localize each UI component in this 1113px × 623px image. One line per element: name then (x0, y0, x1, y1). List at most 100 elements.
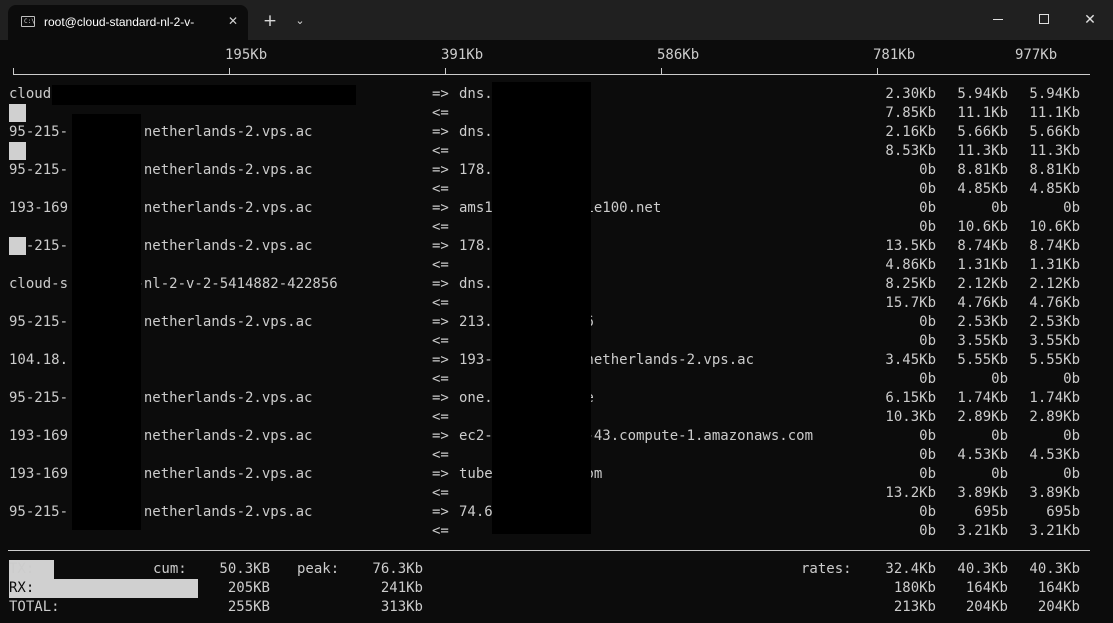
rate-2s: 3.45Kb (885, 352, 936, 368)
rate-2s: 0b (919, 466, 936, 482)
flow-destination-host: 178. (459, 162, 493, 178)
scale-tick (229, 68, 230, 74)
rx-rate-10s: 164Kb (965, 580, 1008, 596)
outgoing-arrow: => (432, 200, 449, 216)
tx-rate-10s: 40.3Kb (957, 561, 1008, 577)
flow-source-host: cloud (9, 86, 52, 102)
incoming-arrow: <= (432, 409, 449, 425)
rates-label: rates: (801, 561, 852, 577)
total-cum: 255KB (227, 599, 270, 615)
rate-2s: 4.86Kb (885, 257, 936, 273)
outgoing-arrow: => (432, 162, 449, 178)
flow-source-host: 95-215- netherlands-2.vps.ac (9, 162, 313, 178)
tx-peak: 76.3Kb (372, 561, 423, 577)
flow-source-host: 193-169 netherlands-2.vps.ac (9, 200, 313, 216)
rate-40s: 5.55Kb (1029, 352, 1080, 368)
title-bar: C:\ root@cloud-standard-nl-2-v- ✕ + ⌄ ✕ (0, 0, 1113, 40)
rate-40s: 11.1Kb (1029, 105, 1080, 121)
flow-destination-host: dns. (459, 276, 493, 292)
chevron-down-icon[interactable]: ⌄ (290, 11, 310, 31)
rate-10s: 0b (991, 200, 1008, 216)
rate-40s: 2.12Kb (1029, 276, 1080, 292)
rate-10s: 3.21Kb (957, 523, 1008, 539)
rate-40s: 3.55Kb (1029, 333, 1080, 349)
outgoing-arrow: => (432, 504, 449, 520)
rate-10s: 3.89Kb (957, 485, 1008, 501)
totals-row-rx: RX: 205KB 241Kb 180Kb 164Kb 164Kb (0, 579, 1113, 598)
terminal-window: C:\ root@cloud-standard-nl-2-v- ✕ + ⌄ ✕ … (0, 0, 1113, 623)
cursor-highlight (9, 237, 26, 255)
rate-2s: 0b (919, 523, 936, 539)
incoming-arrow: <= (432, 295, 449, 311)
total-rate-40s: 204Kb (1037, 599, 1080, 615)
close-window-button[interactable]: ✕ (1067, 0, 1113, 40)
rate-40s: 0b (1063, 371, 1080, 387)
redaction-mask (52, 85, 356, 105)
flow-source-host: 95-215- netherlands-2.vps.ac (9, 390, 313, 406)
incoming-arrow: <= (432, 371, 449, 387)
terminal-output[interactable]: 195Kb 391Kb 586Kb 781Kb 977Kb cloud => dns… (0, 40, 1113, 623)
rate-2s: 8.25Kb (885, 276, 936, 292)
rate-2s: 0b (919, 371, 936, 387)
rx-rate-40s: 164Kb (1037, 580, 1080, 596)
bandwidth-scale (13, 74, 1090, 75)
summary-separator (8, 550, 1090, 551)
rate-10s: 2.12Kb (957, 276, 1008, 292)
scale-label: 586Kb (657, 47, 700, 63)
rate-40s: 8.74Kb (1029, 238, 1080, 254)
incoming-arrow: <= (432, 105, 449, 121)
rate-10s: 695b (974, 504, 1008, 520)
rate-2s: 0b (919, 219, 936, 235)
terminal-icon: C:\ (21, 16, 35, 27)
rate-10s: 5.94Kb (957, 86, 1008, 102)
rate-10s: 11.3Kb (957, 143, 1008, 159)
flow-destination-host: 178. (459, 238, 493, 254)
rate-2s: 2.16Kb (885, 124, 936, 140)
rate-40s: 4.76Kb (1029, 295, 1080, 311)
totals-row-tx: TX: cum: 50.3KB peak: 76.3Kb rates: 32.4… (0, 560, 1113, 579)
minimize-icon (993, 19, 1003, 20)
rate-40s: 1.74Kb (1029, 390, 1080, 406)
rate-40s: 2.89Kb (1029, 409, 1080, 425)
rate-10s: 3.55Kb (957, 333, 1008, 349)
scale-label: 977Kb (1015, 47, 1058, 63)
peak-label: peak: (297, 561, 340, 577)
flow-destination-host: dns. (459, 124, 493, 140)
rate-40s: 3.89Kb (1029, 485, 1080, 501)
flow-source-host: 193-169 netherlands-2.vps.ac (9, 428, 313, 444)
flow-source-host: 104.18. (9, 352, 69, 368)
rate-40s: 695b (1046, 504, 1080, 520)
rate-10s: 4.53Kb (957, 447, 1008, 463)
rate-2s: 13.2Kb (885, 485, 936, 501)
flow-source-host: 95-215- netherlands-2.vps.ac (9, 238, 313, 254)
close-tab-icon[interactable]: ✕ (225, 13, 241, 29)
rate-2s: 0b (919, 333, 936, 349)
tab-terminal[interactable]: C:\ root@cloud-standard-nl-2-v- ✕ (8, 5, 248, 40)
rate-2s: 8.53Kb (885, 143, 936, 159)
incoming-arrow: <= (432, 181, 449, 197)
outgoing-arrow: => (432, 428, 449, 444)
scale-tick (13, 68, 14, 74)
rate-10s: 4.76Kb (957, 295, 1008, 311)
cursor-highlight (9, 104, 26, 122)
rate-10s: 4.85Kb (957, 181, 1008, 197)
rate-2s: 7.85Kb (885, 105, 936, 121)
scale-label: 781Kb (873, 47, 916, 63)
rate-40s: 2.53Kb (1029, 314, 1080, 330)
tab-title: root@cloud-standard-nl-2-v- (44, 15, 195, 29)
total-rate-10s: 204Kb (965, 599, 1008, 615)
flow-source-host: 95-215- netherlands-2.vps.ac (9, 314, 313, 330)
minimize-button[interactable] (975, 0, 1021, 40)
flow-destination-host: 74.6 (459, 504, 493, 520)
scale-tick (877, 68, 878, 74)
rate-10s: 5.66Kb (957, 124, 1008, 140)
rate-10s: 1.74Kb (957, 390, 1008, 406)
rate-40s: 4.85Kb (1029, 181, 1080, 197)
totals-row-total: TOTAL: 255KB 313Kb 213Kb 204Kb 204Kb (0, 598, 1113, 617)
cursor-highlight (9, 142, 26, 160)
outgoing-arrow: => (432, 124, 449, 140)
flow-destination-host: dns. (459, 86, 493, 102)
new-tab-button[interactable]: + (258, 11, 282, 31)
outgoing-arrow: => (432, 352, 449, 368)
maximize-button[interactable] (1021, 0, 1067, 40)
